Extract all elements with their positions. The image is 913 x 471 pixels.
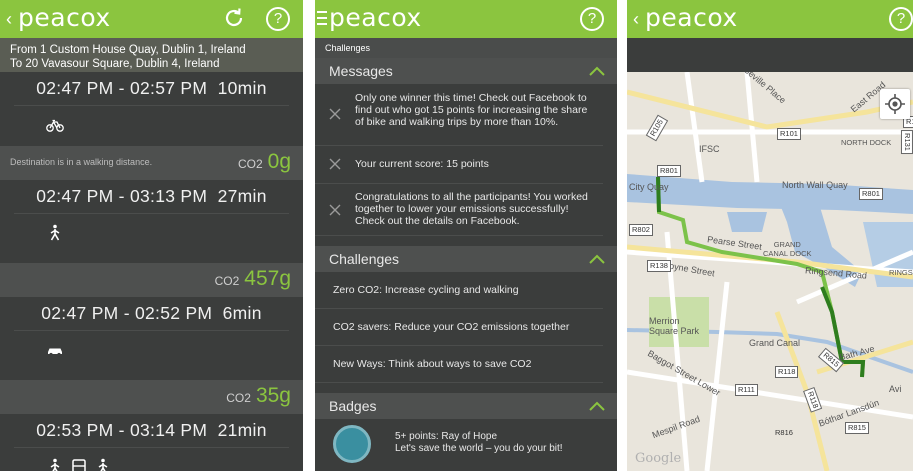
trip-time: 02:47 PM - 02:52 PM 6min	[14, 297, 289, 331]
road-number: R101	[777, 128, 801, 140]
badge-item[interactable]: 5+ points: Ray of Hope Let's save the wo…	[315, 419, 617, 471]
route-to: To 20 Vavasour Square, Dublin 4, Ireland	[10, 58, 220, 70]
top-bar: peacox ?	[315, 0, 617, 38]
trip-option[interactable]: 02:47 PM - 02:52 PM 6min	[0, 297, 303, 371]
menu-icon[interactable]	[317, 11, 327, 25]
help-icon[interactable]: ?	[266, 7, 290, 31]
ray-of-hope-badge-icon	[333, 425, 371, 463]
help-icon[interactable]: ?	[889, 7, 913, 31]
message-text: Only one winner this time! Check out Fac…	[355, 92, 588, 128]
badge-text: 5+ points: Ray of Hope Let's save the wo…	[395, 431, 563, 455]
car-icon	[48, 348, 62, 357]
screen-subtitle: Challenges	[315, 38, 617, 58]
dismiss-icon[interactable]	[329, 108, 341, 120]
trip-modes	[0, 106, 303, 146]
road-number: R111	[735, 384, 758, 396]
map-label: Merrion Square Park	[649, 316, 700, 336]
challenge-item[interactable]: New Ways: Think about ways to save CO2	[315, 346, 603, 383]
co2-value: CO2 35g	[226, 384, 291, 407]
route-map-screen: ‹ peacox ? From 1 Custom House Quay, Dub…	[627, 0, 913, 471]
message-item: Congratulations to all the participants!…	[315, 184, 603, 236]
road-number: R802	[629, 224, 653, 236]
walking-distance-note: Destination is in a walking distance.	[10, 157, 153, 167]
dismiss-icon[interactable]	[329, 158, 341, 170]
trip-option[interactable]: 02:47 PM - 03:13 PM 27min	[0, 180, 303, 254]
walk-icon	[50, 458, 60, 471]
route-from: From 1 Custom House Quay, Dublin 1, Irel…	[10, 44, 246, 56]
road-number: R816	[775, 428, 793, 437]
trip-option[interactable]: 02:47 PM - 02:57 PM 10min	[0, 72, 303, 146]
co2-bar: Destination is in a walking distance. CO…	[0, 146, 303, 180]
walk-icon	[50, 224, 60, 241]
back-chevron-icon[interactable]: ‹	[6, 9, 12, 30]
brand-logo: peacox	[645, 3, 738, 32]
trip-option[interactable]: 02:53 PM - 03:14 PM 21min	[0, 414, 303, 471]
challenge-item[interactable]: Zero CO2: Increase cycling and walking	[315, 272, 603, 309]
help-icon[interactable]: ?	[580, 7, 604, 31]
bus-icon	[72, 459, 86, 471]
message-item: Your current score: 15 points	[315, 146, 603, 184]
trip-modes	[0, 448, 303, 471]
chevron-up-icon	[589, 401, 605, 411]
walk-icon	[98, 458, 108, 471]
message-item: Only one winner this time! Check out Fac…	[315, 84, 603, 146]
road-number: R801	[657, 165, 681, 177]
map-label: Avi	[889, 384, 902, 394]
locate-me-button[interactable]	[880, 89, 910, 119]
road-number: R801	[859, 188, 883, 200]
route-summary: From 1 Custom House Quay, Dublin 1, Irel…	[0, 38, 303, 72]
trip-time: 02:53 PM - 03:14 PM 21min	[14, 414, 289, 448]
co2-bar: CO2 457g	[0, 263, 303, 297]
trip-modes	[0, 331, 303, 371]
brand-logo: peacox	[329, 3, 422, 32]
message-text: Congratulations to all the participants!…	[355, 191, 588, 227]
road-number: R138	[647, 260, 671, 272]
brand-logo: peacox	[18, 3, 111, 32]
challenges-section-header[interactable]: Challenges	[315, 246, 617, 272]
message-text: Your current score: 15 points	[355, 158, 489, 170]
map-label: GRAND CANAL DOCK	[763, 240, 812, 258]
back-chevron-icon[interactable]: ‹	[633, 9, 639, 30]
road-number: R131	[900, 130, 913, 154]
dismiss-icon[interactable]	[329, 204, 341, 216]
map-label: RINGS	[889, 268, 913, 277]
trip-options-screen: ‹ peacox ? From 1 Custom House Quay, Dub…	[0, 0, 303, 471]
badge-title: 5+ points: Ray of Hope	[395, 431, 498, 442]
road-number: R118	[775, 366, 799, 378]
google-logo: Google	[635, 451, 682, 466]
chevron-up-icon	[589, 254, 605, 264]
badges-section-header[interactable]: Badges	[315, 393, 617, 419]
challenge-item[interactable]: CO2 savers: Reduce your CO2 emissions to…	[315, 309, 603, 346]
crosshair-icon	[885, 94, 905, 114]
trip-time: 02:47 PM - 02:57 PM 10min	[14, 72, 289, 106]
map-label: IFSC	[699, 144, 720, 154]
trip-modes	[0, 214, 303, 254]
refresh-icon[interactable]	[222, 6, 246, 30]
bike-icon	[46, 119, 64, 132]
section-title: Badges	[329, 398, 377, 414]
badge-desc: Let's save the world – you do your bit!	[395, 443, 563, 454]
messages-section-header[interactable]: Messages	[315, 58, 617, 84]
co2-value: CO2 0g	[237, 150, 291, 173]
road-number: R815	[845, 422, 869, 434]
trip-time: 02:47 PM - 03:13 PM 27min	[14, 180, 289, 214]
map-view[interactable]: Seville Place East Road IFSC NORTH DOCK …	[627, 72, 913, 471]
co2-value: CO2 457g	[214, 267, 291, 290]
map-label: City Quay	[629, 182, 669, 192]
top-bar: ‹ peacox ?	[627, 0, 913, 38]
map-label: North Wall Quay	[782, 180, 848, 190]
section-title: Messages	[329, 63, 393, 79]
map-label: Grand Canal	[749, 338, 801, 348]
chevron-up-icon	[589, 66, 605, 76]
challenges-screen: peacox ? Challenges Messages Only one wi…	[315, 0, 617, 471]
section-title: Challenges	[329, 251, 400, 267]
map-label: NORTH DOCK	[841, 138, 892, 147]
top-bar: ‹ peacox ?	[0, 0, 303, 38]
co2-bar: CO2 35g	[0, 380, 303, 414]
